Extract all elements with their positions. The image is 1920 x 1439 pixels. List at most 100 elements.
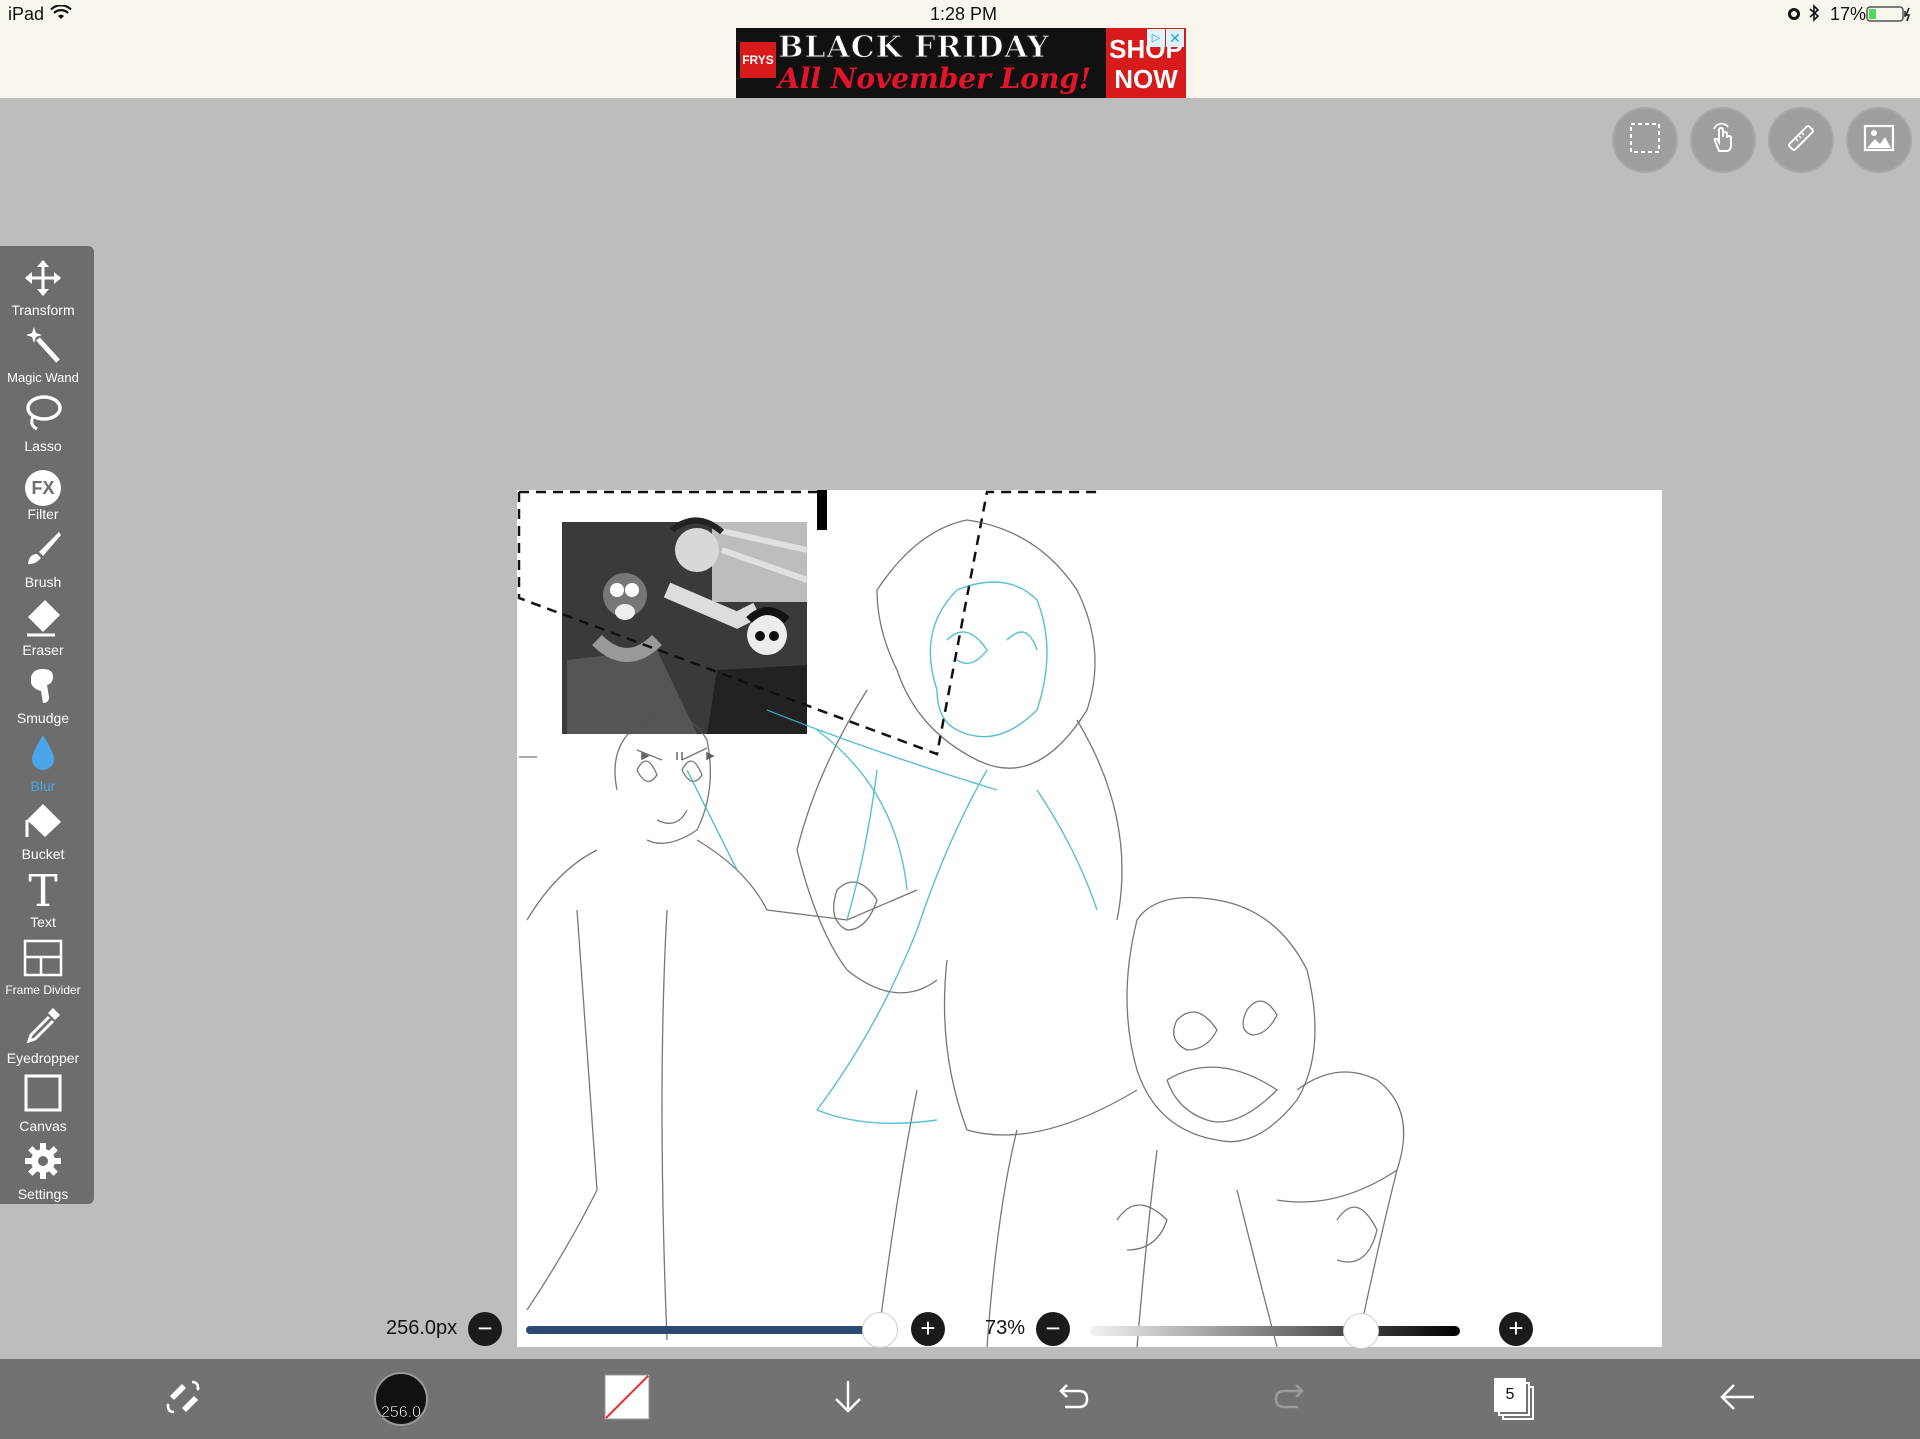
download-button[interactable] [820,1371,876,1427]
ad-close-icon[interactable]: ✕ [1166,29,1184,47]
tool-magic-wand[interactable]: Magic Wand [0,326,86,392]
wifi-icon [50,4,72,26]
ad-logo: FRYS [740,42,776,78]
alarm-icon [1786,5,1802,26]
swap-tools-icon [162,1376,204,1423]
color-swatch-button[interactable] [599,1371,655,1427]
back-button[interactable] [1709,1371,1765,1427]
tool-eraser[interactable]: Eraser [0,598,86,664]
magic-wand-icon [24,325,62,370]
brush-size-fill [526,1326,880,1334]
tool-bucket[interactable]: Bucket [0,802,86,868]
undo-icon [1051,1377,1091,1422]
tool-settings[interactable]: Settings [0,1142,86,1208]
ad-cta-line2: NOW [1114,64,1178,94]
tool-text[interactable]: T Text [0,870,86,936]
selection-button[interactable] [1612,107,1678,173]
tool-filter[interactable]: FX Filter [0,462,86,528]
tool-label: Eraser [22,642,64,658]
bottom-toolbar: 256.0 5 [0,1359,1920,1439]
reference-image [519,490,827,761]
clock: 1:28 PM [930,4,998,24]
tool-label: Transform [11,302,75,318]
tool-frame-divider[interactable]: Frame Divider [0,938,86,1004]
fx-icon: FX [25,470,61,506]
bucket-icon [23,801,63,846]
hand-icon [1706,121,1740,160]
tool-lasso[interactable]: Lasso [0,394,86,460]
sketch-artwork [517,490,1405,1347]
tool-blur[interactable]: Blur [0,734,86,800]
brush-size-badge: 256.0 [380,1404,422,1422]
layer-count: 5 [1494,1378,1526,1412]
canvas-icon [23,1073,63,1118]
brush-size-minus-button[interactable]: − [468,1312,502,1346]
move-arrows-icon [24,259,62,302]
redo-icon [1272,1377,1312,1422]
gear-icon [23,1141,63,1186]
ad-headline: BLACK FRIDAY [778,30,1050,66]
down-arrow-icon [828,1377,868,1422]
tool-transform[interactable]: Transform [0,258,86,324]
tool-label: Smudge [16,710,70,726]
selection-icon [1628,121,1662,160]
opacity-slider[interactable] [1090,1313,1460,1349]
smudge-finger-icon [23,665,63,710]
lasso-icon [23,393,63,438]
brush-preview-circle: 256.0 [374,1372,428,1426]
brush-size-preview-button[interactable]: 256.0 [373,1371,429,1427]
opacity-plus-button[interactable]: + [1499,1312,1533,1346]
hand-button[interactable] [1690,107,1756,173]
brush-size-knob[interactable] [862,1312,899,1348]
frame-divider-icon [23,939,63,982]
battery-icon [1866,6,1912,27]
tool-eyedropper[interactable]: Eyedropper [0,1006,86,1072]
tool-canvas[interactable]: Canvas [0,1074,86,1140]
eyedropper-icon [23,1005,63,1050]
tool-label: Settings [17,1186,69,1202]
opacity-knob[interactable] [1343,1313,1380,1349]
bluetooth-icon [1808,4,1820,27]
no-color-swatch-icon [604,1374,650,1425]
layers-button[interactable]: 5 [1486,1371,1542,1427]
back-arrow-icon [1716,1377,1758,1422]
opacity-value: 73% [985,1317,1026,1339]
device-label: iPad [8,4,45,24]
image-button[interactable] [1846,107,1912,173]
redo-button[interactable] [1264,1371,1320,1427]
tool-label: Frame Divider [5,983,81,997]
tool-label: Lasso [24,438,62,454]
eraser-icon [23,597,63,642]
layers-icon: 5 [1494,1378,1534,1420]
tool-label: Bucket [21,846,65,862]
tool-smudge[interactable]: Smudge [0,666,86,732]
tool-label: Text [30,914,56,930]
ruler-button[interactable] [1768,107,1834,173]
brush-size-value: 256.0px [386,1317,458,1339]
ruler-icon [1784,121,1818,160]
tool-label: Blur [30,778,56,794]
brush-size-plus-button[interactable]: + [911,1312,945,1346]
battery-percent: 17% [1830,4,1867,24]
ad-info-icon[interactable]: ▷ [1147,29,1165,47]
opacity-minus-button[interactable]: − [1036,1312,1070,1346]
tool-label: Canvas [19,1118,67,1134]
tool-panel: Transform Magic Wand Lasso FX Filter Bru… [0,246,94,1204]
image-icon [1862,121,1896,160]
brush-sliders: 256.0px − + 73% − + [380,1307,1540,1351]
status-bar: iPad 1:28 PM 17% FRYS BLACK FRIDAY All N… [0,0,1920,98]
tool-brush[interactable]: Brush [0,530,86,596]
tool-label: Filter [27,506,59,522]
tool-label: Brush [24,574,62,590]
swap-brush-eraser-button[interactable] [155,1371,211,1427]
water-drop-icon [28,733,58,778]
brush-icon [23,529,63,574]
text-t-icon: T [28,866,58,917]
brush-size-slider[interactable] [526,1312,899,1348]
undo-button[interactable] [1043,1371,1099,1427]
ad-subline: All November Long! [778,62,1092,95]
ad-banner[interactable]: FRYS BLACK FRIDAY All November Long! SHO… [736,28,1186,98]
drawing-canvas[interactable] [517,490,1662,1347]
tool-label: Eyedropper [6,1050,80,1066]
tool-label: Magic Wand [7,370,79,385]
